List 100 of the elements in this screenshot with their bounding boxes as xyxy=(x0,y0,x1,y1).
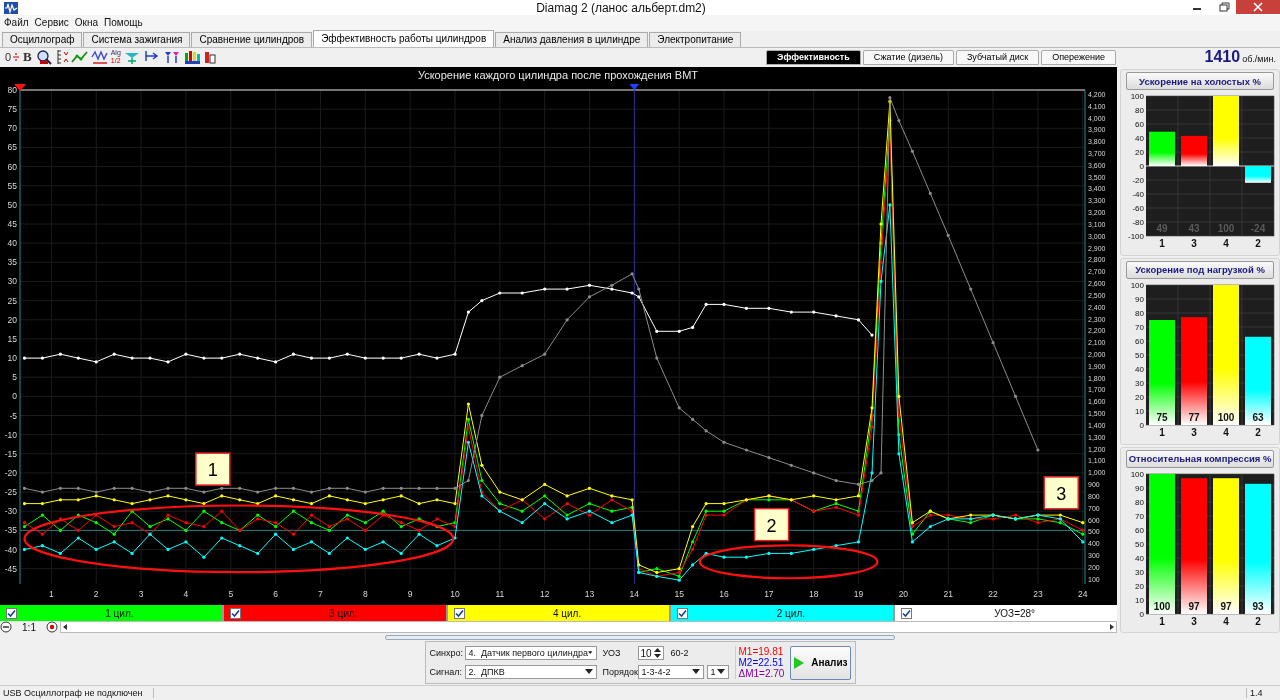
tick-label: 40 xyxy=(1135,553,1145,563)
menu-item[interactable]: Сервис xyxy=(34,17,69,29)
menu-item[interactable]: Файл xyxy=(4,17,29,29)
tick-label: 0 xyxy=(12,391,17,402)
bar-chart-icon[interactable] xyxy=(182,49,201,66)
legend-item[interactable]: 3 цил. xyxy=(223,605,446,622)
tab[interactable]: Электропитание xyxy=(649,31,742,47)
tick-label: -45 xyxy=(4,564,17,574)
zoom-in-icon[interactable] xyxy=(46,621,58,634)
tick-label: -40 xyxy=(1132,190,1145,200)
tick-label: 50 xyxy=(1135,350,1145,360)
legend-label: 1 цил. xyxy=(104,607,135,619)
callout-label: 1 xyxy=(195,452,231,487)
tick-label: 15 xyxy=(7,334,17,345)
advance-spinner[interactable]: 10 xyxy=(637,646,664,661)
tick-label: 40 xyxy=(7,238,17,249)
tick-label: 70 xyxy=(1135,322,1145,332)
checkbox[interactable] xyxy=(229,607,241,619)
menu-item[interactable]: Помощь xyxy=(104,17,143,29)
caret-icon xyxy=(584,669,593,676)
tick-label: -35 xyxy=(4,525,17,536)
category-label: 3 xyxy=(1191,238,1197,250)
splitter-handle[interactable] xyxy=(385,634,895,640)
tick-label: 50 xyxy=(7,200,17,211)
value-label: 97 xyxy=(1188,600,1200,612)
value-label: 100 xyxy=(1217,223,1235,235)
category-label: 4 xyxy=(1223,426,1229,438)
checkbox[interactable] xyxy=(6,607,17,619)
view-tab[interactable]: Сжатие (дизель) xyxy=(862,50,954,65)
signal-dropdown[interactable]: 2. ДПКВ xyxy=(464,665,597,680)
checkbox[interactable] xyxy=(453,607,465,619)
horizontal-scrollbar[interactable] xyxy=(60,621,1118,634)
legend-item[interactable]: 2 цил. xyxy=(671,605,894,622)
tick-label: 75 xyxy=(7,104,17,115)
tick-label: 30 xyxy=(7,276,17,287)
callout-label: 2 xyxy=(753,508,790,542)
bold-tool-button[interactable]: B xyxy=(22,49,33,66)
scroll-left-icon[interactable] xyxy=(61,622,69,633)
chart-title-button[interactable]: Ускорение на холостых % xyxy=(1126,72,1275,91)
tick-label: 10 xyxy=(7,353,17,364)
legend-item[interactable]: 4 цил. xyxy=(447,605,670,622)
value-label: 43 xyxy=(1188,223,1200,235)
tick-label: 35 xyxy=(7,257,17,268)
tick-label: 10 xyxy=(450,589,460,600)
tick-label: -25 xyxy=(4,487,17,498)
tick-label: 10 xyxy=(1135,595,1145,605)
view-tab[interactable]: Опережение xyxy=(1041,50,1116,65)
field-label: Сигнал: xyxy=(429,667,462,678)
scale-icon[interactable] xyxy=(54,49,69,66)
window-title: Diamag 2 (ланос альберт.dm2) xyxy=(535,0,707,15)
category-label: 3 xyxy=(1191,615,1197,627)
cylinder-dropdown[interactable]: 1 xyxy=(706,665,729,680)
chart-title-button[interactable]: Относительная компрессия % xyxy=(1126,449,1275,468)
view-tab[interactable]: Эффективность xyxy=(766,50,861,65)
firing-order-dropdown[interactable]: 1-3-4-2 xyxy=(637,665,704,680)
value-label: 75 xyxy=(1156,411,1168,423)
value-label: 100 xyxy=(1217,411,1235,423)
category-label: 3 xyxy=(1191,426,1197,438)
checkbox[interactable] xyxy=(677,607,689,619)
meter-icon[interactable] xyxy=(202,49,217,66)
legend-item[interactable]: 1 цил. xyxy=(0,605,222,622)
caret-icon xyxy=(588,650,593,657)
menu-item[interactable]: Окна xyxy=(74,17,99,29)
chart-title: Ускорение каждого цилиндра после прохождения ВМТ xyxy=(417,69,699,82)
tick-label: 1 xyxy=(49,589,54,600)
value-label: 97 xyxy=(1220,600,1232,612)
category-label: 1 xyxy=(1159,615,1165,627)
tick-label: 65 xyxy=(7,142,17,153)
zoom-out-icon[interactable] xyxy=(0,621,12,634)
tick-label: 100 xyxy=(1130,469,1145,479)
search-icon[interactable] xyxy=(34,49,53,66)
measurement-reading: ΔM1=2.70 xyxy=(738,668,785,680)
legend-item[interactable]: УОЗ=28° xyxy=(895,605,1118,622)
tab[interactable]: Осциллограф xyxy=(2,31,83,47)
field-label: УОЗ xyxy=(602,648,622,659)
tick-label: 16 xyxy=(719,589,729,600)
tick-label: 23 xyxy=(1033,589,1043,600)
tab[interactable]: Система зажигания xyxy=(83,31,191,47)
cursor-line[interactable] xyxy=(629,84,640,585)
tick-label: -30 xyxy=(4,506,17,517)
tab[interactable]: Сравнение цилиндров xyxy=(191,31,313,47)
tick-label: 11 xyxy=(495,589,505,600)
tab[interactable]: Анализ давления в цилиндре xyxy=(495,31,649,47)
tick-label: 100 xyxy=(1130,280,1145,290)
chart-title-button[interactable]: Ускорение под нагрузкой % xyxy=(1126,260,1275,279)
close-icon[interactable] xyxy=(1236,0,1280,14)
tick-label: 80 xyxy=(1135,497,1145,507)
funnel-icon[interactable] xyxy=(162,49,181,66)
checkbox[interactable] xyxy=(901,607,913,619)
sync-dropdown[interactable]: 4. Датчик первого цилиндра xyxy=(464,646,597,661)
tick-label: 70 xyxy=(7,123,17,134)
tick-label: 17 xyxy=(764,589,774,600)
tick-label: 45 xyxy=(7,219,17,230)
wave-icon[interactable] xyxy=(90,49,109,66)
annotation: 3 xyxy=(1056,484,1067,505)
analyze-button[interactable]: Анализ xyxy=(790,645,851,680)
tick-label: 50 xyxy=(1135,539,1145,549)
tick-label: -20 xyxy=(1132,176,1145,186)
tick-label: 80 xyxy=(1135,308,1145,318)
view-tab[interactable]: Зубчатый диск xyxy=(955,50,1040,65)
